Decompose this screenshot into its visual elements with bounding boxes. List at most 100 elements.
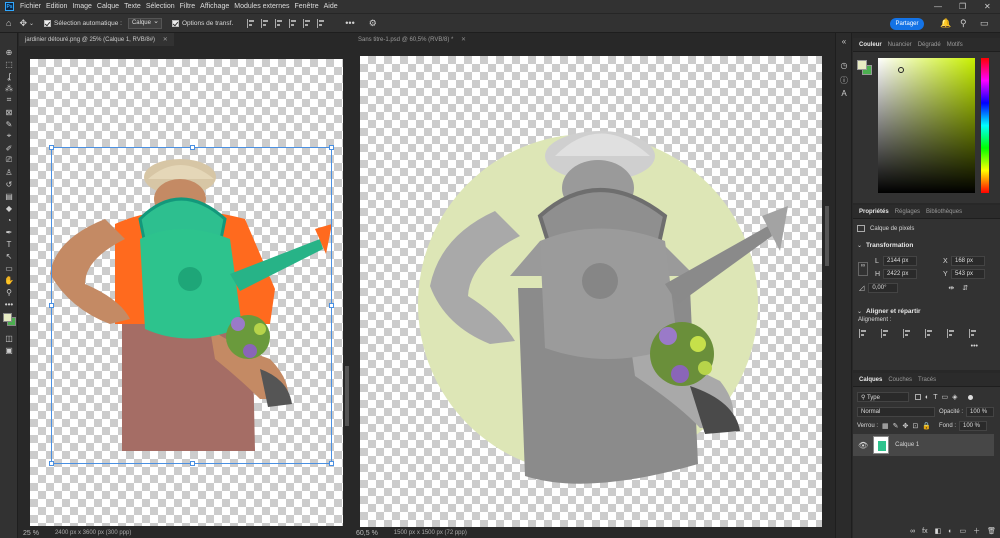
tab-nuancier[interactable]: Nuancier — [888, 42, 912, 48]
menu-selection[interactable]: Sélection — [146, 3, 175, 10]
transform-handle[interactable] — [329, 145, 334, 150]
lock-all-icon[interactable]: 🔒 — [922, 422, 931, 430]
menu-image[interactable]: Image — [72, 3, 91, 10]
restore-button[interactable]: ❐ — [959, 2, 966, 11]
lock-artboard-icon[interactable]: ⊡ — [912, 422, 918, 430]
hand-tool-icon[interactable]: ✋ — [0, 274, 18, 286]
height-field[interactable]: 2422 px — [883, 269, 917, 279]
tab-couches[interactable]: Couches — [888, 377, 912, 383]
align-bottom-icon[interactable] — [317, 18, 326, 28]
rectangle-tool-icon[interactable]: ▭ — [0, 262, 18, 274]
chevron-down-icon[interactable]: ⌄ — [29, 20, 34, 27]
layer-style-icon[interactable]: fx — [922, 528, 927, 535]
path-selection-tool-icon[interactable]: ↖ — [0, 250, 18, 262]
collapse-icon[interactable]: « — [836, 37, 852, 51]
filter-toggle[interactable] — [967, 394, 973, 400]
new-layer-icon[interactable]: ＋ — [973, 526, 980, 536]
link-dimensions-icon[interactable]: ∞ — [858, 262, 868, 276]
menu-filtre[interactable]: Filtre — [180, 3, 196, 10]
auto-select-checkbox[interactable] — [44, 19, 52, 27]
align-vcenter-icon[interactable] — [947, 329, 956, 338]
eraser-tool-icon[interactable]: ↺ — [0, 178, 18, 190]
menu-edition[interactable]: Edition — [46, 3, 67, 10]
layer-row[interactable]: 👁 Calque 1 — [853, 434, 994, 456]
history-brush-tool-icon[interactable]: ♙ — [0, 166, 18, 178]
chevron-down-icon[interactable]: ⌄ — [857, 242, 862, 249]
tab-calques[interactable]: Calques — [859, 377, 882, 383]
close-button[interactable]: ✕ — [984, 2, 991, 11]
hue-slider[interactable] — [981, 58, 989, 193]
menu-texte[interactable]: Texte — [124, 3, 141, 10]
crop-tool-icon[interactable]: ⌗ — [0, 94, 18, 106]
move-tool-icon[interactable]: ⊕ — [0, 46, 18, 58]
fill-field[interactable]: 100 % — [959, 421, 987, 431]
edit-toolbar-icon[interactable]: ••• — [0, 298, 18, 310]
link-layers-icon[interactable]: ∞ — [910, 528, 915, 535]
more-options-button[interactable]: ••• — [345, 18, 354, 28]
marquee-tool-icon[interactable]: ⬚ — [0, 58, 18, 70]
zoom-level[interactable]: 60,5 % — [356, 530, 378, 537]
document-info[interactable]: 2400 px x 3600 px (300 ppp) — [55, 530, 131, 536]
tab-jardinier[interactable]: jardinier détouré.png @ 25% (Calque 1, R… — [19, 33, 174, 46]
screen-mode-icon[interactable]: ▣ — [0, 344, 18, 356]
eyedropper-tool-icon[interactable]: ✎ — [0, 118, 18, 130]
menu-affichage[interactable]: Affichage — [200, 3, 229, 10]
search-icon[interactable]: ⚲ — [960, 18, 967, 29]
align-vcenter-icon[interactable] — [303, 18, 312, 28]
menu-modules-externes[interactable]: Modules externes — [234, 3, 289, 10]
transform-handle[interactable] — [49, 145, 54, 150]
tab-bibliotheques[interactable]: Bibliothèques — [926, 209, 962, 215]
clone-stamp-tool-icon[interactable]: ⎚ — [0, 154, 18, 166]
align-hcenter-icon[interactable] — [881, 329, 890, 338]
quick-mask-icon[interactable]: ◫ — [0, 332, 18, 344]
history-icon[interactable]: ◷ — [836, 61, 852, 75]
lock-pixels-icon[interactable]: ▦ — [882, 422, 889, 430]
menu-calque[interactable]: Calque — [97, 3, 119, 10]
filter-adjust-icon[interactable]: ◐ — [925, 394, 929, 401]
align-bottom-icon[interactable] — [969, 329, 978, 338]
tab-motifs[interactable]: Motifs — [947, 42, 963, 48]
pen-tool-icon[interactable]: ✒ — [0, 226, 18, 238]
trash-icon[interactable]: 🗑 — [987, 527, 996, 535]
layer-name[interactable]: Calque 1 — [895, 442, 919, 448]
adjustment-layer-icon[interactable]: ◐ — [948, 528, 952, 535]
more-options-button[interactable]: ••• — [971, 343, 978, 350]
info-icon[interactable]: ⓘ — [836, 75, 852, 89]
filter-type-icon[interactable]: T — [933, 394, 937, 401]
opacity-field[interactable]: 100 % — [966, 407, 995, 417]
y-field[interactable]: 543 px — [951, 269, 985, 279]
layer-filter-dropdown[interactable]: ⚲ Type — [857, 392, 909, 402]
menu-fichier[interactable]: Fichier — [20, 3, 41, 10]
brush-tool-icon[interactable]: ✐ — [0, 142, 18, 154]
transform-handle[interactable] — [49, 461, 54, 466]
align-hcenter-icon[interactable] — [261, 18, 270, 28]
document-info[interactable]: 1500 px x 1500 px (72 ppp) — [394, 530, 467, 536]
zoom-tool-icon[interactable]: ⚲ — [0, 286, 18, 298]
healing-brush-tool-icon[interactable]: ⌖ — [0, 130, 18, 142]
minimize-button[interactable]: — — [934, 2, 942, 11]
add-mask-icon[interactable]: ◧ — [935, 527, 942, 535]
flip-vertical-icon[interactable]: ⇵ — [962, 284, 968, 292]
gradient-tool-icon[interactable]: ▤ — [0, 190, 18, 202]
tab-sans-titre[interactable]: Sans titre-1.psd @ 60,5% (RVB/8) * ✕ — [352, 33, 477, 46]
color-swatches[interactable] — [0, 310, 17, 332]
transform-handle[interactable] — [49, 303, 54, 308]
scrollbar-right[interactable] — [822, 46, 832, 538]
dodge-tool-icon[interactable]: ◔ — [0, 214, 18, 226]
tab-degrade[interactable]: Dégradé — [918, 42, 941, 48]
scrollbar-left[interactable] — [343, 46, 351, 538]
transform-bounding-box[interactable] — [49, 145, 334, 466]
workspace-icon[interactable]: ▭ — [980, 18, 989, 29]
frame-tool-icon[interactable]: ⊠ — [0, 106, 18, 118]
gear-icon[interactable]: ⚙ — [369, 18, 377, 29]
transform-options-checkbox[interactable] — [171, 19, 179, 27]
magic-wand-tool-icon[interactable]: ⁂ — [0, 82, 18, 94]
align-right-icon[interactable] — [903, 329, 912, 338]
tab-traces[interactable]: Tracés — [918, 377, 936, 383]
color-picker-cursor[interactable] — [898, 67, 904, 73]
filter-smart-icon[interactable]: ◈ — [952, 393, 957, 401]
align-right-icon[interactable] — [275, 18, 284, 28]
tab-couleur[interactable]: Couleur — [859, 42, 882, 48]
width-field[interactable]: 2144 px — [883, 256, 917, 266]
transform-handle[interactable] — [329, 461, 334, 466]
